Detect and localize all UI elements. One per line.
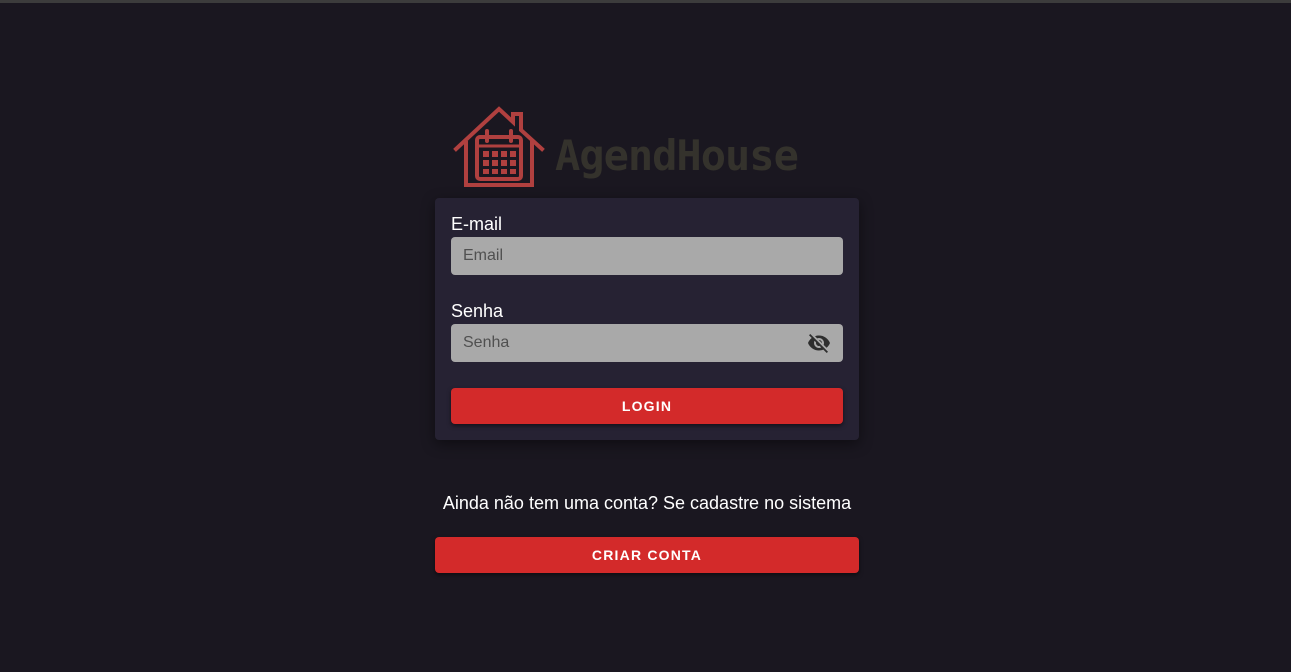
toggle-password-visibility-button[interactable]	[805, 331, 833, 355]
eye-off-icon	[808, 334, 830, 353]
password-field[interactable]	[451, 324, 843, 362]
password-label: Senha	[451, 301, 504, 321]
brand-logo: AgendHouse	[453, 105, 843, 189]
signup-prompt: Ainda não tem uma conta? Se cadastre no …	[442, 493, 852, 513]
login-button[interactable]: LOGIN	[451, 388, 843, 424]
create-account-button[interactable]: CRIAR CONTA	[435, 537, 859, 573]
window-top-border	[0, 0, 1291, 3]
email-label: E-mail	[451, 214, 503, 234]
email-field[interactable]	[451, 237, 843, 275]
login-card: E-mail Senha LOGIN	[435, 198, 859, 440]
brand-name: AgendHouse	[555, 131, 799, 180]
house-calendar-icon	[453, 106, 545, 187]
